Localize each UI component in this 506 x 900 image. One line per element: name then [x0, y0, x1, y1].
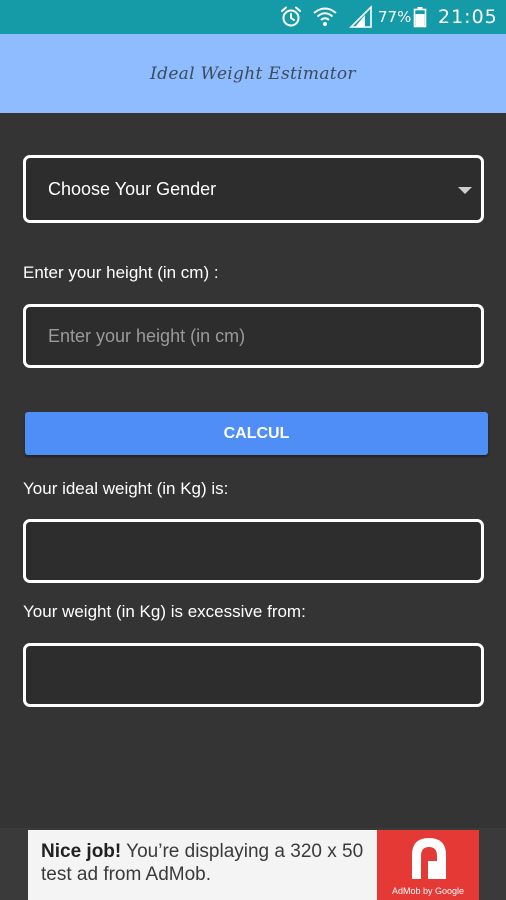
excess-weight-label: Your weight (in Kg) is excessive from:	[23, 602, 306, 621]
ideal-weight-label: Your ideal weight (in Kg) is:	[23, 479, 229, 498]
alarm-icon	[279, 0, 303, 34]
ad-banner[interactable]: Nice job! You’re displaying a 320 x 50 t…	[28, 830, 479, 900]
app-bar: Ideal Weight Estimator	[0, 34, 506, 113]
excess-weight-output	[23, 643, 484, 707]
ad-logo-box: AdMob by Google	[377, 830, 479, 900]
gender-select-value: Choose Your Gender	[48, 178, 217, 199]
height-label: Enter your height (in cm) :	[23, 263, 219, 282]
app-title: Ideal Weight Estimator	[150, 63, 356, 84]
gender-select[interactable]: Choose Your Gender	[23, 155, 484, 223]
height-input[interactable]	[26, 307, 481, 365]
admob-logo-icon	[412, 838, 446, 879]
status-time: 21:05	[438, 6, 498, 28]
status-bar: 77% 21:05	[0, 0, 506, 34]
ad-text: Nice job! You’re displaying a 320 x 50 t…	[41, 840, 381, 886]
dropdown-caret-icon	[458, 187, 472, 194]
ad-headline: Nice job!	[41, 841, 122, 862]
ad-brand: AdMob by Google	[391, 886, 465, 896]
battery-percent: 77%	[378, 8, 412, 26]
signal-icon	[349, 0, 373, 34]
battery-icon	[413, 0, 427, 34]
calcul-button[interactable]: CALCUL	[25, 412, 488, 455]
height-input-wrapper	[23, 304, 484, 368]
wifi-icon	[312, 0, 338, 34]
ideal-weight-output	[23, 519, 484, 583]
